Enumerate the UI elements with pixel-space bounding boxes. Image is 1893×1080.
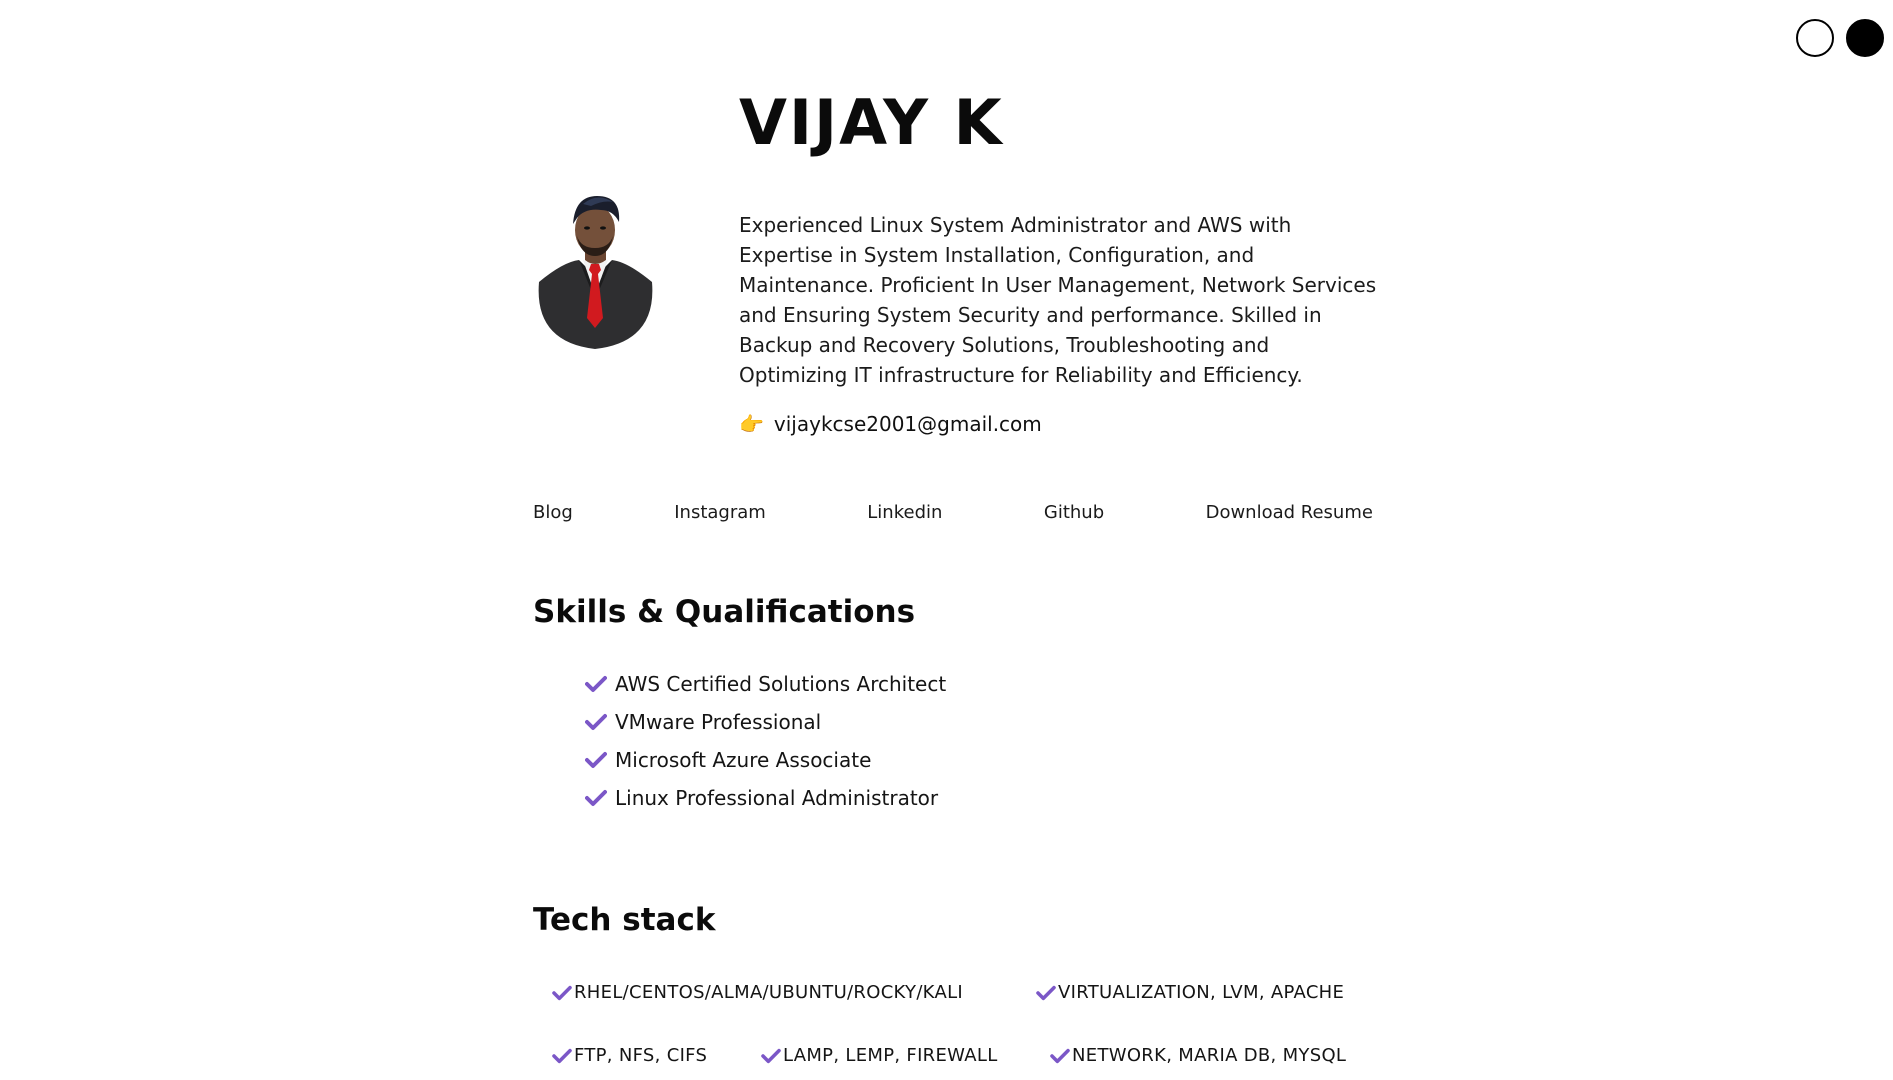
bio-paragraph: Experienced Linux System Administrator a… [739,213,1377,387]
tech-item: FTP, NFS, CIFS [552,1045,707,1066]
list-item: AWS Certified Solutions Architect [585,665,946,703]
linkedin-link[interactable]: Linkedin [867,502,942,523]
page-title: VIJAY K [739,86,1004,159]
check-icon [585,790,607,806]
list-item: Microsoft Azure Associate [585,741,946,779]
list-item: VMware Professional [585,703,946,741]
email-row: 👉 vijaykcse2001@gmail.com [739,412,1042,436]
tech-label: LAMP, LEMP, FIREWALL [783,1045,998,1066]
light-theme-toggle[interactable] [1796,19,1834,57]
check-icon [585,714,607,730]
skill-label: Microsoft Azure Associate [615,748,872,772]
skill-label: VMware Professional [615,710,822,734]
avatar [533,190,658,352]
check-icon [761,1048,781,1063]
list-item: Linux Professional Administrator [585,779,946,817]
check-icon [585,752,607,768]
tech-item: LAMP, LEMP, FIREWALL [761,1045,998,1066]
check-icon [585,676,607,692]
pointing-hand-icon: 👉 [739,412,764,436]
tech-item: NETWORK, MARIA DB, MYSQL [1050,1045,1346,1066]
skills-list: AWS Certified Solutions Architect VMware… [585,665,946,817]
check-icon [1050,1048,1070,1063]
github-link[interactable]: Github [1044,502,1104,523]
blog-link[interactable]: Blog [533,502,573,523]
theme-toggles [1796,19,1884,57]
check-icon [552,1048,572,1063]
email-link[interactable]: vijaykcse2001@gmail.com [774,412,1042,436]
skill-label: Linux Professional Administrator [615,786,939,810]
check-icon [1036,985,1056,1000]
skills-heading: Skills & Qualifications [533,594,916,630]
tech-label: RHEL/CENTOS/ALMA/UBUNTU/ROCKY/KALI [574,982,964,1003]
tech-label: VIRTUALIZATION, LVM, APACHE [1058,982,1345,1003]
tech-label: FTP, NFS, CIFS [574,1045,708,1066]
social-links: Blog Instagram Linkedin Github Download … [533,502,1373,523]
dark-theme-toggle[interactable] [1846,19,1884,57]
tech-label: NETWORK, MARIA DB, MYSQL [1072,1045,1347,1066]
skill-label: AWS Certified Solutions Architect [615,672,947,696]
tech-item: VIRTUALIZATION, LVM, APACHE [1036,982,1344,1003]
download-resume-link[interactable]: Download Resume [1206,502,1373,523]
tech-stack-heading: Tech stack [533,902,716,938]
check-icon [552,985,572,1000]
tech-item: RHEL/CENTOS/ALMA/UBUNTU/ROCKY/KALI [552,982,963,1003]
instagram-link[interactable]: Instagram [674,502,766,523]
